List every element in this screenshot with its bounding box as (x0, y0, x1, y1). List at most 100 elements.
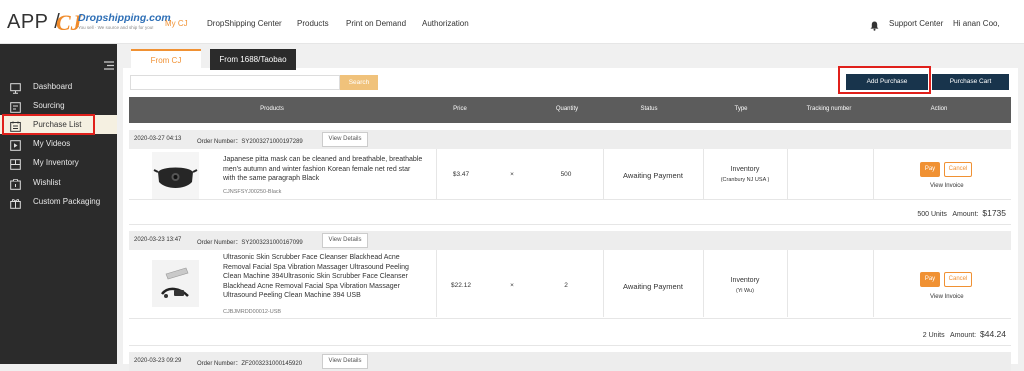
sidebar-item-wishlist[interactable]: Wishlist (0, 173, 117, 192)
tab-from-1688-taobao[interactable]: From 1688/Taobao (210, 49, 296, 70)
order-date: 2020-03-27 04:13 (134, 136, 182, 142)
order-location: (Cranbury NJ USA ) (720, 177, 770, 183)
nav-my-cj[interactable]: My CJ (165, 19, 188, 28)
divider (787, 250, 788, 317)
column-header-quantity: Quantity (555, 106, 579, 112)
nav-products[interactable]: Products (297, 19, 329, 28)
product-sku: CJNSFSYJ00250-Black (223, 189, 282, 195)
column-header-price: Price (453, 106, 467, 112)
order-header: 2020-03-23 09:29 Order Number：ZF20032310… (129, 352, 1011, 371)
column-header-action: Action (930, 106, 948, 112)
order-date: 2020-03-23 13:47 (134, 237, 182, 243)
sidebar-item-my-inventory[interactable]: My Inventory (0, 153, 117, 172)
order-quantity: 2 (564, 282, 568, 289)
view-details-button[interactable]: View Details (322, 132, 368, 147)
video-icon (10, 138, 21, 151)
logo-tagline: You sell · We source and ship for you! (78, 25, 154, 30)
wishlist-icon (10, 177, 21, 190)
sidebar-item-dashboard[interactable]: Dashboard (0, 77, 117, 96)
order-summary: 2 Units Amount: $44.24 (923, 329, 1006, 339)
sidebar-item-custom-packaging[interactable]: Custom Packaging (0, 192, 117, 211)
pay-button[interactable]: Pay (920, 162, 940, 177)
order-units: 500 Units (917, 211, 947, 218)
nav-dropshipping-center[interactable]: DropShipping Center (207, 19, 282, 28)
sourcing-icon (10, 100, 21, 113)
order-header: 2020-03-23 13:47 Order Number：SY20032310… (129, 231, 1011, 250)
amount-label: Amount: (950, 332, 977, 339)
view-invoice-link[interactable]: View Invoice (930, 294, 964, 300)
product-description[interactable]: Ultrasonic Skin Scrubber Face Cleanser B… (223, 253, 423, 301)
order-number: Order Number：SY2003271000197289 (197, 139, 303, 145)
cancel-button[interactable]: Cancel (944, 272, 972, 287)
highlight-box (2, 114, 95, 135)
order-quantity: 500 (560, 171, 572, 178)
order-status: Awaiting Payment (623, 282, 683, 291)
cj-logo[interactable]: CJ Dropshipping.com You sell · We source… (56, 10, 171, 36)
support-center-link[interactable]: Support Center (889, 19, 943, 28)
divider (436, 250, 437, 317)
search-input[interactable] (130, 75, 340, 90)
product-sku: CJBJMRDD00012-USB (223, 309, 282, 315)
sidebar-item-my-videos[interactable]: My Videos (0, 134, 117, 153)
view-details-button[interactable]: View Details (322, 354, 368, 369)
order-type: Inventory (730, 166, 760, 173)
amount-label: Amount: (952, 211, 979, 218)
view-invoice-link[interactable]: View Invoice (930, 183, 964, 189)
tab-from-cj[interactable]: From CJ (131, 49, 201, 70)
sidebar-item-label: My Inventory (33, 158, 79, 167)
menu-toggle-icon[interactable] (104, 57, 114, 70)
dashboard-icon (10, 81, 21, 94)
column-header-status: Status (640, 106, 658, 112)
times-sign: × (510, 171, 514, 178)
order-status: Awaiting Payment (623, 171, 683, 180)
column-header-products: Products (260, 106, 284, 112)
cancel-button[interactable]: Cancel (944, 162, 972, 177)
divider (873, 149, 874, 199)
divider (436, 149, 437, 199)
pay-button[interactable]: Pay (920, 272, 940, 287)
column-header-type: Type (734, 106, 748, 112)
product-thumbnail[interactable] (152, 152, 199, 199)
order-number: Order Number：ZF2003231000145920 (197, 361, 303, 367)
app-label: APP / (7, 11, 61, 33)
logo-name: Dropshipping.com (78, 12, 171, 24)
sidebar-item-label: Sourcing (33, 101, 65, 110)
highlight-box (838, 66, 931, 94)
order-location: (Yi Wu) (735, 288, 755, 294)
nav-authorization[interactable]: Authorization (422, 19, 469, 28)
divider (603, 149, 604, 199)
gift-icon (10, 196, 21, 209)
order-units: 2 Units (922, 332, 945, 339)
nav-print-on-demand[interactable]: Print on Demand (346, 19, 406, 28)
sidebar-item-label: Wishlist (33, 178, 61, 187)
sidebar-item-label: My Videos (33, 139, 71, 148)
top-bar: APP / CJ Dropshipping.com You sell · We … (0, 0, 1024, 44)
user-greeting[interactable]: Hi anan Coo, (953, 19, 1000, 28)
divider (129, 199, 1011, 200)
order-date: 2020-03-23 09:29 (134, 358, 182, 364)
view-details-button[interactable]: View Details (322, 233, 368, 248)
divider (129, 224, 1011, 225)
search-button[interactable]: Search (340, 75, 378, 90)
sidebar-item-label: Dashboard (33, 82, 73, 91)
order-amount: $1735 (982, 208, 1006, 218)
bell-icon[interactable] (870, 18, 879, 31)
order-summary: 500 Units Amount: $1735 (917, 208, 1006, 218)
sidebar-item-sourcing[interactable]: Sourcing (0, 96, 117, 115)
divider (129, 318, 1011, 319)
product-thumbnail[interactable] (152, 260, 199, 307)
order-amount: $44.24 (980, 329, 1006, 339)
divider (787, 149, 788, 199)
divider (703, 149, 704, 199)
order-number: Order Number：SY2003231000167099 (197, 240, 303, 246)
divider (703, 250, 704, 317)
column-header-tracking-number: Tracking number (806, 106, 852, 112)
order-price: $3.47 (452, 171, 470, 178)
purchase-cart-button[interactable]: Purchase Cart (932, 74, 1009, 90)
order-header: 2020-03-27 04:13 Order Number：SY20032710… (129, 130, 1011, 149)
divider (873, 250, 874, 317)
divider (603, 250, 604, 317)
sidebar-item-label: Custom Packaging (33, 197, 101, 206)
product-description[interactable]: Japanese pitta mask can be cleaned and b… (223, 155, 423, 184)
order-price: $22.12 (451, 282, 471, 289)
